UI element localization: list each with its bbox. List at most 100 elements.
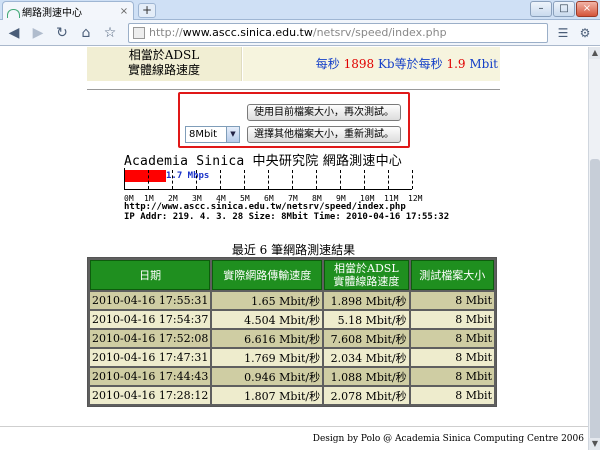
meter-title-en: Academia Sinica <box>124 154 245 169</box>
cell-date: 2010-04-16 17:54:37 <box>90 311 211 328</box>
header-actual-speed: 實際網路傳輸速度 <box>212 260 323 290</box>
cell-actual-speed: 4.504 Mbit/秒 <box>212 311 323 328</box>
cell-date: 2010-04-16 17:55:31 <box>90 292 211 309</box>
tab-title: 網路測速中心 <box>22 7 82 19</box>
table-row: 2010-04-16 17:28:12 1.807 Mbit/秒 2.078 Mbi… <box>90 387 494 404</box>
retest-same-size-button[interactable]: 使用目前檔案大小，再次測試。 <box>247 104 401 121</box>
address-bar[interactable]: http://www.ascc.sinica.edu.tw/netsrv/spe… <box>128 22 548 43</box>
meter-tick <box>172 170 173 189</box>
header-adsl-line-1: 相當於ADSL <box>334 262 399 275</box>
cell-adsl-speed: 2.034 Mbit/秒 <box>324 349 409 366</box>
table-row: 2010-04-16 17:47:31 1.769 Mbit/秒 2.034 Mbi… <box>90 349 494 366</box>
per-second-text: 每秒 <box>315 57 340 71</box>
header-adsl-line-2: 實體線路速度 <box>333 275 400 288</box>
cell-adsl-speed: 1.898 Mbit/秒 <box>324 292 409 309</box>
back-arrow-icon[interactable]: ◀ <box>4 23 24 43</box>
cell-adsl-speed: 7.608 Mbit/秒 <box>324 330 409 347</box>
minimize-button[interactable]: – <box>530 1 552 17</box>
cell-date: 2010-04-16 17:47:31 <box>90 349 211 366</box>
meter-info: IP Addr: 219. 4. 3. 28 Size: 8Mbit Time:… <box>124 212 450 222</box>
page-icon <box>133 26 145 39</box>
cell-actual-speed: 6.616 Mbit/秒 <box>212 330 323 347</box>
scroll-thumb[interactable] <box>590 159 600 450</box>
browser-tab[interactable]: 網路測速中心 × <box>2 1 134 20</box>
table-row: 2010-04-16 17:44:43 0.946 Mbit/秒 1.088 Mbi… <box>90 368 494 385</box>
meter-tick <box>220 170 221 189</box>
cell-date: 2010-04-16 17:44:43 <box>90 368 211 385</box>
adsl-label-cell: 相當於ADSL 實體線路速度 <box>87 47 242 81</box>
meter-tick <box>340 170 341 189</box>
cell-actual-speed: 1.65 Mbit/秒 <box>212 292 323 309</box>
kb-value: 1898 <box>343 57 375 71</box>
header-date: 日期 <box>90 260 211 290</box>
chevron-down-icon[interactable]: ▼ <box>226 127 239 142</box>
meter-tick <box>196 170 197 189</box>
meter-baseline <box>124 189 412 190</box>
adsl-label-line2: 實體線路速度 <box>127 63 200 77</box>
reload-icon[interactable]: ↻ <box>52 23 72 43</box>
url-path: /netsrv/speed/index.php <box>312 26 447 39</box>
footer-divider <box>0 426 588 427</box>
meter-tick-label: 12M <box>408 194 423 203</box>
mbit-unit: Mbit <box>469 57 498 71</box>
forward-arrow-icon[interactable]: ▶ <box>28 23 48 43</box>
table-row: 2010-04-16 17:54:37 4.504 Mbit/秒 5.18 Mbit… <box>90 311 494 328</box>
new-tab-button[interactable]: + <box>138 3 156 18</box>
page-viewport: 相當於ADSL 實體線路速度 每秒 1898 Kb等於每秒 1.9 Mbit 使… <box>0 47 588 450</box>
header-file-size: 測試檔案大小 <box>410 260 494 290</box>
browser-toolbar: ◀ ▶ ↻ ⌂ ☆ http://www.ascc.sinica.edu.tw /… <box>0 20 600 46</box>
vertical-scrollbar[interactable]: ▲ ▼ <box>588 47 600 450</box>
meter-tick <box>388 170 389 189</box>
file-size-select[interactable]: 8Mbit ▼ <box>185 126 240 143</box>
kb-unit: Kb等於 <box>377 57 419 71</box>
window-controls: – □ × <box>530 1 598 17</box>
cell-adsl-speed: 1.088 Mbit/秒 <box>324 368 409 385</box>
cell-actual-speed: 0.946 Mbit/秒 <box>212 368 323 385</box>
results-header-row: 日期 實際網路傳輸速度 相當於ADSL 實體線路速度 測試檔案大小 <box>90 260 494 290</box>
wrench-icon[interactable]: ⚙ <box>574 23 596 43</box>
tab-strip: 網路測速中心 × + – □ × <box>0 0 600 20</box>
cell-date: 2010-04-16 17:52:08 <box>90 330 211 347</box>
browser-window: 網路測速中心 × + – □ × ◀ ▶ ↻ ⌂ ☆ http://www.as… <box>0 0 600 450</box>
cell-file-size: 8 Mbit <box>410 387 494 404</box>
page-menu-icon[interactable]: ☰ <box>552 23 574 43</box>
scroll-up-icon[interactable]: ▲ <box>589 47 600 59</box>
cell-adsl-speed: 2.078 Mbit/秒 <box>324 387 409 404</box>
footer-credit: Design by Polo @ Academia Sinica Computi… <box>312 434 584 444</box>
meter-title-cn: 中央研究院 網路測速中心 <box>252 154 402 169</box>
header-adsl-speed: 相當於ADSL 實體線路速度 <box>324 260 409 290</box>
url-scheme: http:// <box>149 26 183 39</box>
cell-date: 2010-04-16 17:28:12 <box>90 387 211 404</box>
speed-bar <box>125 170 166 182</box>
mbit-value: 1.9 <box>446 57 466 71</box>
results-caption: 最近 6 筆網路測速結果 <box>231 243 356 257</box>
meter-tick <box>244 170 245 189</box>
meter-tick <box>268 170 269 189</box>
divider <box>87 89 500 90</box>
table-row: 2010-04-16 17:52:08 6.616 Mbit/秒 7.608 Mbi… <box>90 330 494 347</box>
results-body: 2010-04-16 17:55:31 1.65 Mbit/秒 1.898 Mbit… <box>90 292 494 404</box>
file-size-selected: 8Mbit <box>189 129 218 140</box>
adsl-label-line1: 相當於ADSL <box>128 48 200 62</box>
cell-adsl-speed: 5.18 Mbit/秒 <box>324 311 409 328</box>
star-icon[interactable]: ☆ <box>100 23 120 43</box>
tab-close-icon[interactable]: × <box>119 6 129 17</box>
meter-title: Academia Sinica 中央研究院 網路測速中心 <box>124 150 402 169</box>
meter-tick <box>148 170 149 189</box>
maximize-button[interactable]: □ <box>553 1 575 17</box>
per-second-text-2: 每秒 <box>418 57 443 71</box>
cell-actual-speed: 1.807 Mbit/秒 <box>212 387 323 404</box>
meter-tick <box>316 170 317 189</box>
home-icon[interactable]: ⌂ <box>76 23 96 43</box>
meter-tick <box>412 170 413 189</box>
cell-file-size: 8 Mbit <box>410 349 494 366</box>
meter-url: http://www.ascc.sinica.edu.tw/netsrv/spe… <box>124 202 406 212</box>
retest-other-size-button[interactable]: 選擇其他檔案大小，重新測試。 <box>247 126 401 143</box>
close-window-button[interactable]: × <box>576 1 598 17</box>
results-table: 日期 實際網路傳輸速度 相當於ADSL 實體線路速度 測試檔案大小 2010-04… <box>87 257 497 407</box>
url-host: www.ascc.sinica.edu.tw <box>182 26 313 39</box>
cell-file-size: 8 Mbit <box>410 368 494 385</box>
cell-actual-speed: 1.769 Mbit/秒 <box>212 349 323 366</box>
scroll-down-icon[interactable]: ▼ <box>589 438 600 450</box>
favicon-icon <box>7 6 20 18</box>
